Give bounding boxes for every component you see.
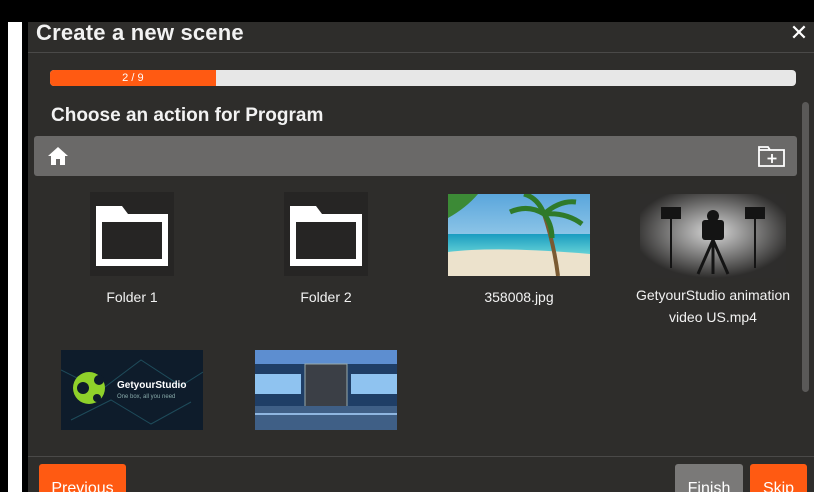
create-scene-dialog: Create a new scene ✕ 2 / 9 Choose an act… [28,22,814,492]
footer-divider [28,456,814,457]
folder-item[interactable]: Folder 2 [231,192,421,308]
progress-bar: 2 / 9 [50,70,796,86]
previous-button[interactable]: Previous [39,464,126,492]
finish-button[interactable]: Finish [675,464,743,492]
image-item[interactable]: GetyourStudio One box, all you need [37,350,227,430]
item-label: Folder 1 [106,289,158,305]
thumb-tagline: One box, all you need [117,394,176,400]
screen-left-gap [8,22,22,504]
item-label: GetyourStudio animation video US.mp4 [618,284,808,328]
item-label: Folder 2 [300,289,352,305]
image-thumbnail [255,350,397,430]
screen-left-border [0,0,8,504]
screen-top-border [0,0,814,22]
title-divider [28,52,814,53]
video-thumbnail [640,194,786,278]
folder-icon [90,192,174,276]
screen-bottom-edge [0,492,814,504]
image-thumbnail: GetyourStudio One box, all you need [61,350,203,430]
dialog-title: Create a new scene [36,22,244,45]
home-icon[interactable] [46,145,70,167]
image-item[interactable] [231,350,421,430]
item-label: 358008.jpg [484,289,554,305]
item-label-line2: video US.mp4 [669,309,757,325]
step-title: Choose an action for Program [51,105,324,126]
item-label-line1: GetyourStudio animation [635,287,791,303]
skip-button[interactable]: Skip [750,464,807,492]
folder-item[interactable]: Folder 1 [37,192,227,308]
file-toolbar [34,136,797,176]
thumb-brand-text: GetyourStudio [117,380,187,391]
close-icon[interactable]: ✕ [788,22,810,44]
image-item[interactable]: 358008.jpg [424,194,614,308]
video-item[interactable]: GetyourStudio animation video US.mp4 [618,194,808,328]
progress-fill: 2 / 9 [50,70,216,86]
image-thumbnail [448,194,590,276]
new-folder-icon[interactable] [757,143,787,169]
folder-icon [284,192,368,276]
